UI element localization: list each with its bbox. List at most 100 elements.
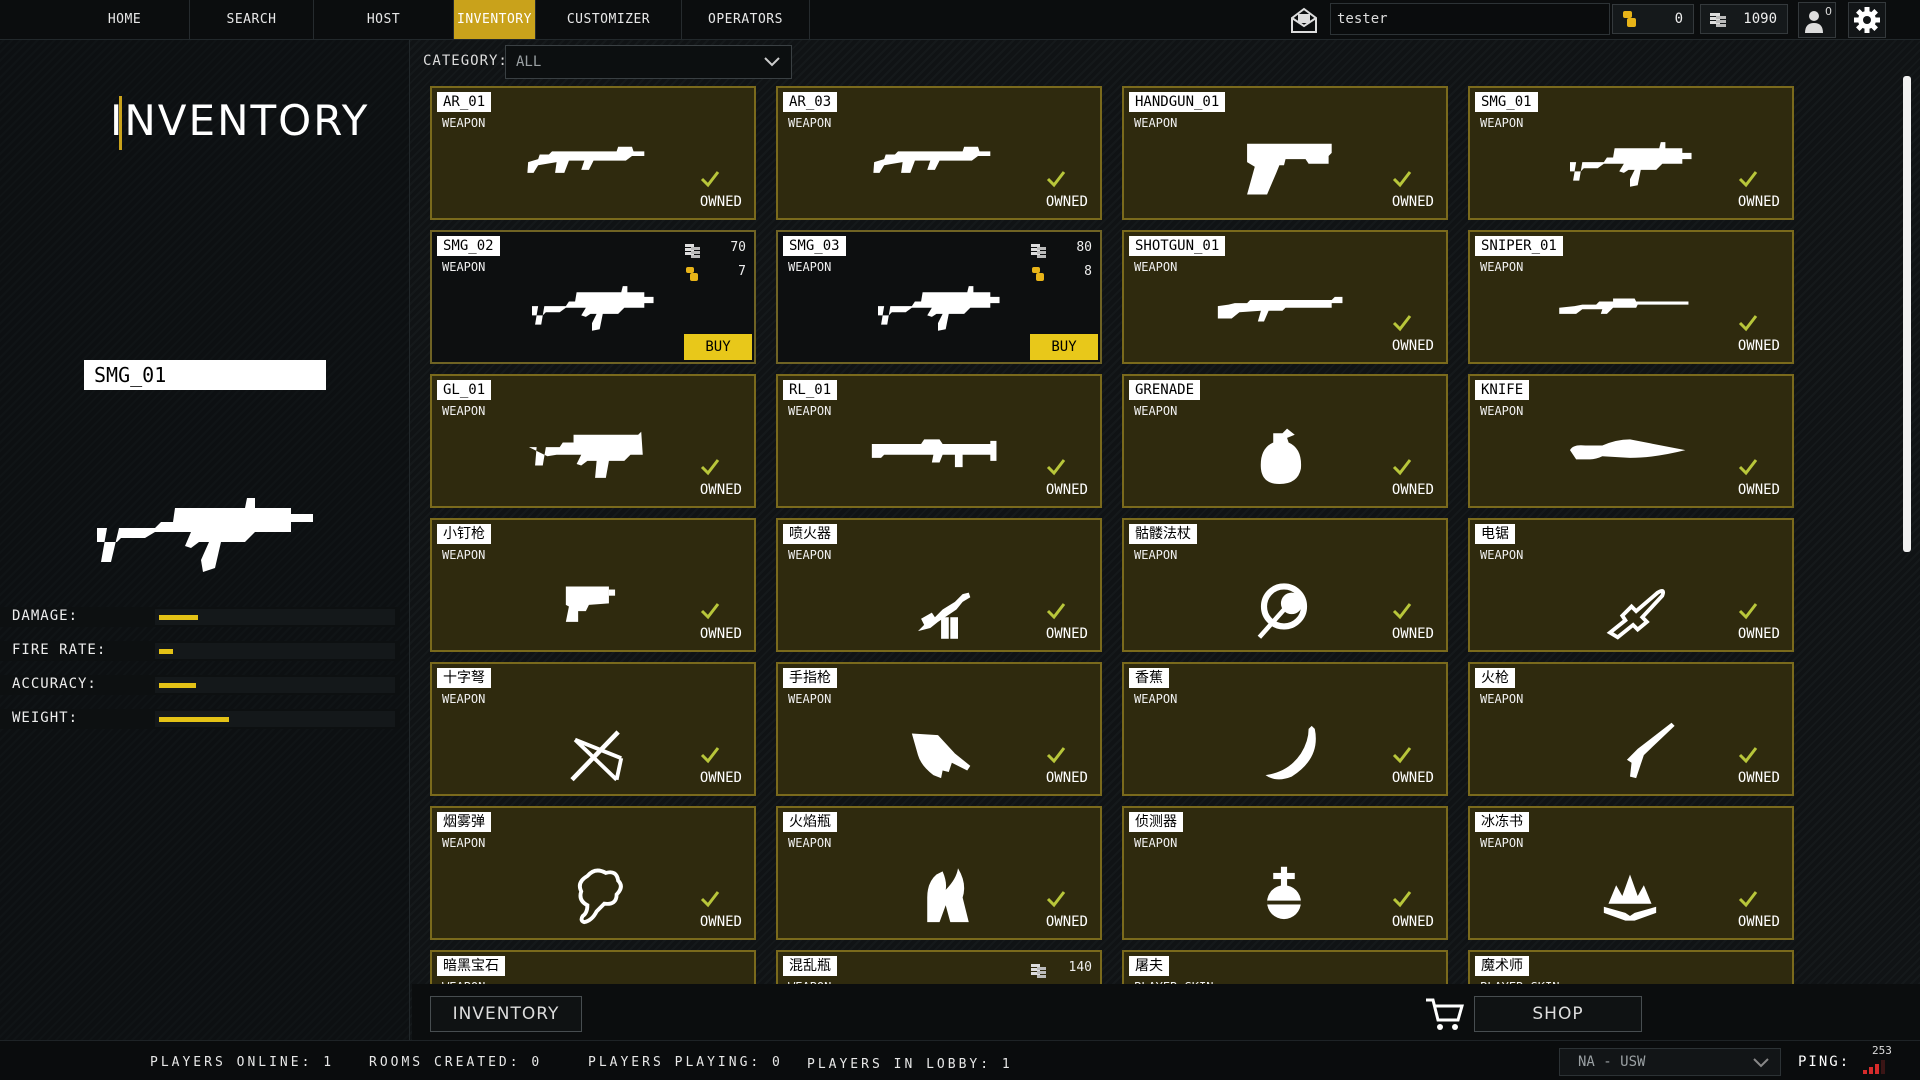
buy-button[interactable]: BUY <box>684 334 752 360</box>
mail-icon[interactable] <box>1289 6 1319 34</box>
owned-label: OWNED <box>1737 626 1780 642</box>
check-icon <box>700 747 720 764</box>
owned-label: OWNED <box>1391 482 1434 498</box>
item-type: WEAPON <box>1480 836 1524 850</box>
stat-label: WEIGHT: <box>12 710 79 726</box>
owned-label: OWNED <box>1737 338 1780 354</box>
check-icon <box>1738 891 1758 908</box>
item-name: 电锯 <box>1475 524 1515 544</box>
tab-operators[interactable]: OPERATORS <box>682 0 810 39</box>
gold-price: 7 <box>738 264 746 279</box>
owned-label: OWNED <box>1737 770 1780 786</box>
item-card[interactable]: 火焰瓶 WEAPON OWNED <box>776 806 1102 940</box>
buy-button[interactable]: BUY <box>1030 334 1098 360</box>
item-name: 混乱瓶 <box>783 956 837 976</box>
item-name: 火焰瓶 <box>783 812 837 832</box>
item-card[interactable]: RL_01 WEAPON OWNED <box>776 374 1102 508</box>
gold-price: 8 <box>1084 264 1092 279</box>
item-name: 喷火器 <box>783 524 837 544</box>
check-icon <box>1046 747 1066 764</box>
item-name: SMG_02 <box>437 236 500 256</box>
settings-button[interactable] <box>1848 2 1886 38</box>
owned-label: OWNED <box>1391 914 1434 930</box>
item-card[interactable]: SMG_02 WEAPON 70 7 BUY <box>430 230 756 364</box>
item-card[interactable]: HANDGUN_01 WEAPON OWNED <box>1122 86 1448 220</box>
item-name: SNIPER_01 <box>1475 236 1563 256</box>
owned-label: OWNED <box>699 626 742 642</box>
cart-icon[interactable] <box>1424 996 1464 1032</box>
item-card[interactable]: KNIFE WEAPON OWNED <box>1468 374 1794 508</box>
main-tabs: HOME SEARCH HOST INVENTORY CUSTOMIZER OP… <box>60 0 810 39</box>
item-card[interactable]: 手指枪 WEAPON OWNED <box>776 662 1102 796</box>
owned-label: OWNED <box>1737 914 1780 930</box>
grid-scrollbar[interactable] <box>1903 76 1911 552</box>
tab-inventory[interactable]: INVENTORY <box>454 0 536 39</box>
check-icon <box>1392 747 1412 764</box>
owned-label: OWNED <box>1737 482 1780 498</box>
item-type: WEAPON <box>788 260 832 274</box>
item-card[interactable]: SMG_01 WEAPON OWNED <box>1468 86 1794 220</box>
gold-balance: 0 <box>1612 4 1694 34</box>
item-card[interactable]: 暗黑宝石WEAPON <box>430 950 756 986</box>
check-icon <box>700 603 720 620</box>
item-type: WEAPON <box>788 692 832 706</box>
coin-amount: 1090 <box>1743 11 1777 27</box>
region-dropdown[interactable]: NA - USW <box>1559 1048 1781 1076</box>
item-type: WEAPON <box>442 692 486 706</box>
item-name: 魔术师 <box>1475 956 1529 976</box>
stat-fire-rate: FIRE RATE: <box>0 641 400 661</box>
tab-customizer[interactable]: CUSTOMIZER <box>536 0 682 39</box>
item-name: 香蕉 <box>1129 668 1169 688</box>
item-name: 冰冻书 <box>1475 812 1529 832</box>
item-card[interactable]: 香蕉 WEAPON OWNED <box>1122 662 1448 796</box>
tab-label: OPERATORS <box>708 12 783 27</box>
tab-home[interactable]: HOME <box>60 0 190 39</box>
tab-label: HOME <box>107 12 142 27</box>
stat-weight: WEIGHT: <box>0 709 400 729</box>
item-card[interactable]: 火枪 WEAPON OWNED <box>1468 662 1794 796</box>
item-card[interactable]: 烟雾弹 WEAPON OWNED <box>430 806 756 940</box>
item-card[interactable]: GL_01 WEAPON OWNED <box>430 374 756 508</box>
tab-label: INVENTORY <box>457 12 532 27</box>
item-card[interactable]: 冰冻书 WEAPON OWNED <box>1468 806 1794 940</box>
category-value: ALL <box>516 54 542 70</box>
item-card[interactable]: 侦测器 WEAPON OWNED <box>1122 806 1448 940</box>
item-card[interactable]: SHOTGUN_01 WEAPON OWNED <box>1122 230 1448 364</box>
item-card[interactable]: 十字弩 WEAPON OWNED <box>430 662 756 796</box>
shop-button[interactable]: SHOP <box>1474 996 1642 1032</box>
shotgun-icon <box>1217 296 1343 322</box>
inventory-button[interactable]: INVENTORY <box>430 996 582 1032</box>
item-card[interactable]: 屠夫PLAYER SKIN <box>1122 950 1448 986</box>
item-card[interactable]: SNIPER_01 WEAPON OWNED <box>1468 230 1794 364</box>
item-card[interactable]: 喷火器 WEAPON OWNED <box>776 518 1102 652</box>
check-icon <box>1392 171 1412 188</box>
category-dropdown[interactable]: ALL <box>505 45 792 79</box>
item-card[interactable]: GRENADE WEAPON OWNED <box>1122 374 1448 508</box>
molotov-icon <box>927 868 969 923</box>
item-card[interactable]: 骷髅法杖 WEAPON OWNED <box>1122 518 1448 652</box>
stat-damage: DAMAGE: <box>0 607 400 627</box>
tab-search[interactable]: SEARCH <box>190 0 314 39</box>
item-name: 十字弩 <box>437 668 491 688</box>
item-card[interactable]: AR_01 WEAPON OWNED <box>430 86 756 220</box>
item-name: 烟雾弹 <box>437 812 491 832</box>
item-name: 骷髅法杖 <box>1129 524 1197 544</box>
item-card[interactable]: SMG_03 WEAPON 80 8 BUY <box>776 230 1102 364</box>
tab-host[interactable]: HOST <box>314 0 454 39</box>
owned-label: OWNED <box>1045 626 1088 642</box>
item-card[interactable]: 魔术师PLAYER SKIN <box>1468 950 1794 986</box>
item-card[interactable]: 小钉枪 WEAPON OWNED <box>430 518 756 652</box>
flamethrower-icon <box>918 592 971 639</box>
check-icon <box>1392 315 1412 332</box>
pistol-icon <box>1247 143 1332 195</box>
friend-requests-button[interactable]: 0 <box>1798 2 1836 38</box>
check-icon <box>1738 747 1758 764</box>
page-title: INVENTORY <box>110 96 370 145</box>
players-in-lobby: PLAYERS IN LOBBY: 1 <box>807 1057 1013 1072</box>
nail-gun-icon <box>565 586 616 622</box>
item-card[interactable]: 电锯 WEAPON OWNED <box>1468 518 1794 652</box>
item-card[interactable]: 混乱瓶WEAPON140 <box>776 950 1102 986</box>
players-online: PLAYERS ONLINE: 1 <box>150 1055 335 1070</box>
item-type: WEAPON <box>788 404 832 418</box>
item-card[interactable]: AR_03 WEAPON OWNED <box>776 86 1102 220</box>
